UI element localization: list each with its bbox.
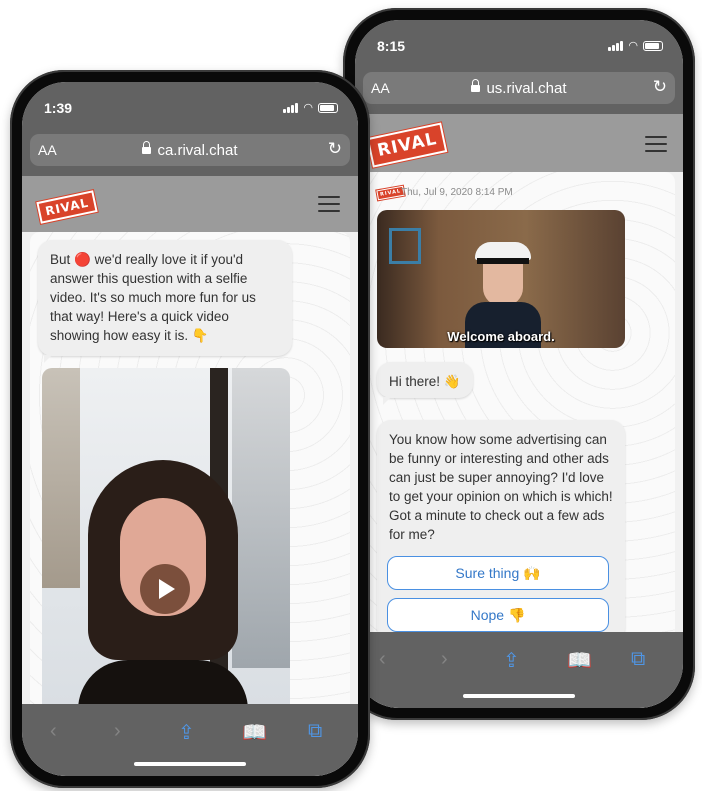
play-button-icon[interactable] <box>140 564 190 614</box>
reload-icon[interactable]: ↻ <box>653 77 667 97</box>
welcome-gif[interactable]: Welcome aboard. <box>377 210 625 348</box>
back-icon[interactable]: ‹ <box>50 720 57 743</box>
buildings-right <box>232 368 290 668</box>
status-bar: 8:15 ◠ <box>355 20 683 66</box>
rival-logo[interactable]: RIVAL <box>36 190 98 224</box>
shelf-decoration <box>389 228 421 264</box>
url-text: us.rival.chat <box>486 80 567 97</box>
phone-left: 1:39 ◠ AA ca.rival.chat ↻ RIVAL But 🔴 we… <box>10 70 370 788</box>
safari-toolbar: ‹ › ⇪ 📖 ⧉ <box>355 632 683 708</box>
selfie-request-text: But 🔴 we'd really love it if you'd answe… <box>50 252 256 343</box>
address-field[interactable]: AA us.rival.chat ↻ <box>363 72 675 104</box>
message-timestamp: Thu, Jul 9, 2020 8:14 PM <box>401 187 513 198</box>
buildings-backdrop <box>42 368 80 588</box>
share-icon[interactable]: ⇪ <box>503 648 520 673</box>
selfie-request-bubble: But 🔴 we'd really love it if you'd answe… <box>38 240 292 363</box>
url-display: ca.rival.chat <box>30 140 350 159</box>
ad-question-text: You know how some advertising can be fun… <box>389 432 613 542</box>
sure-thing-button[interactable]: Sure thing 🙌 <box>387 556 609 590</box>
signal-icon <box>608 41 624 51</box>
address-field[interactable]: AA ca.rival.chat ↻ <box>30 134 350 166</box>
bookmarks-icon[interactable]: 📖 <box>567 648 592 673</box>
hamburger-menu-icon[interactable] <box>318 196 340 212</box>
hamburger-menu-icon[interactable] <box>645 136 667 152</box>
wifi-icon: ◠ <box>628 40 638 52</box>
back-icon[interactable]: ‹ <box>379 648 386 671</box>
signal-icon <box>283 103 299 113</box>
status-time: 1:39 <box>44 100 73 116</box>
status-time: 8:15 <box>377 38 406 54</box>
url-display: us.rival.chat <box>363 78 675 97</box>
url-text: ca.rival.chat <box>157 142 238 159</box>
safari-toolbar: ‹ › ⇪ 📖 ⧉ <box>22 704 358 776</box>
phone-left-screen: 1:39 ◠ AA ca.rival.chat ↻ RIVAL But 🔴 we… <box>22 82 358 776</box>
gif-caption: Welcome aboard. <box>447 329 555 344</box>
status-icons: ◠ <box>283 101 338 114</box>
phone-right-screen: 8:15 ◠ AA us.rival.chat ↻ RIVAL RIVAL Th… <box>355 20 683 708</box>
status-icons: ◠ <box>608 39 663 52</box>
lock-icon <box>142 140 152 154</box>
tabs-icon[interactable]: ⧉ <box>308 720 322 743</box>
reload-icon[interactable]: ↻ <box>328 139 342 159</box>
nope-button[interactable]: Nope 👎 <box>387 598 609 632</box>
phone-right: 8:15 ◠ AA us.rival.chat ↻ RIVAL RIVAL Th… <box>343 8 695 720</box>
chat-area: RIVAL Thu, Jul 9, 2020 8:14 PM Welcome a… <box>363 172 675 708</box>
url-bar: AA ca.rival.chat ↻ <box>22 128 358 176</box>
battery-icon <box>643 41 663 51</box>
home-indicator[interactable] <box>134 762 246 766</box>
status-bar: 1:39 ◠ <box>22 82 358 128</box>
url-bar: AA us.rival.chat ↻ <box>355 66 683 114</box>
lock-icon <box>471 78 481 92</box>
greeting-bubble: Hi there! 👋 <box>377 362 473 405</box>
rival-logo[interactable]: RIVAL <box>366 122 448 168</box>
share-icon[interactable]: ⇪ <box>178 720 195 745</box>
site-header: RIVAL <box>355 114 683 172</box>
forward-icon[interactable]: › <box>114 720 121 743</box>
home-indicator[interactable] <box>463 694 575 698</box>
battery-icon <box>318 103 338 113</box>
wifi-icon: ◠ <box>303 102 313 114</box>
site-header: RIVAL <box>22 176 358 232</box>
chat-area: But 🔴 we'd really love it if you'd answe… <box>30 232 350 776</box>
tabs-icon[interactable]: ⧉ <box>631 648 645 671</box>
bookmarks-icon[interactable]: 📖 <box>242 720 267 745</box>
selfie-video[interactable] <box>42 368 290 728</box>
forward-icon[interactable]: › <box>441 648 448 671</box>
